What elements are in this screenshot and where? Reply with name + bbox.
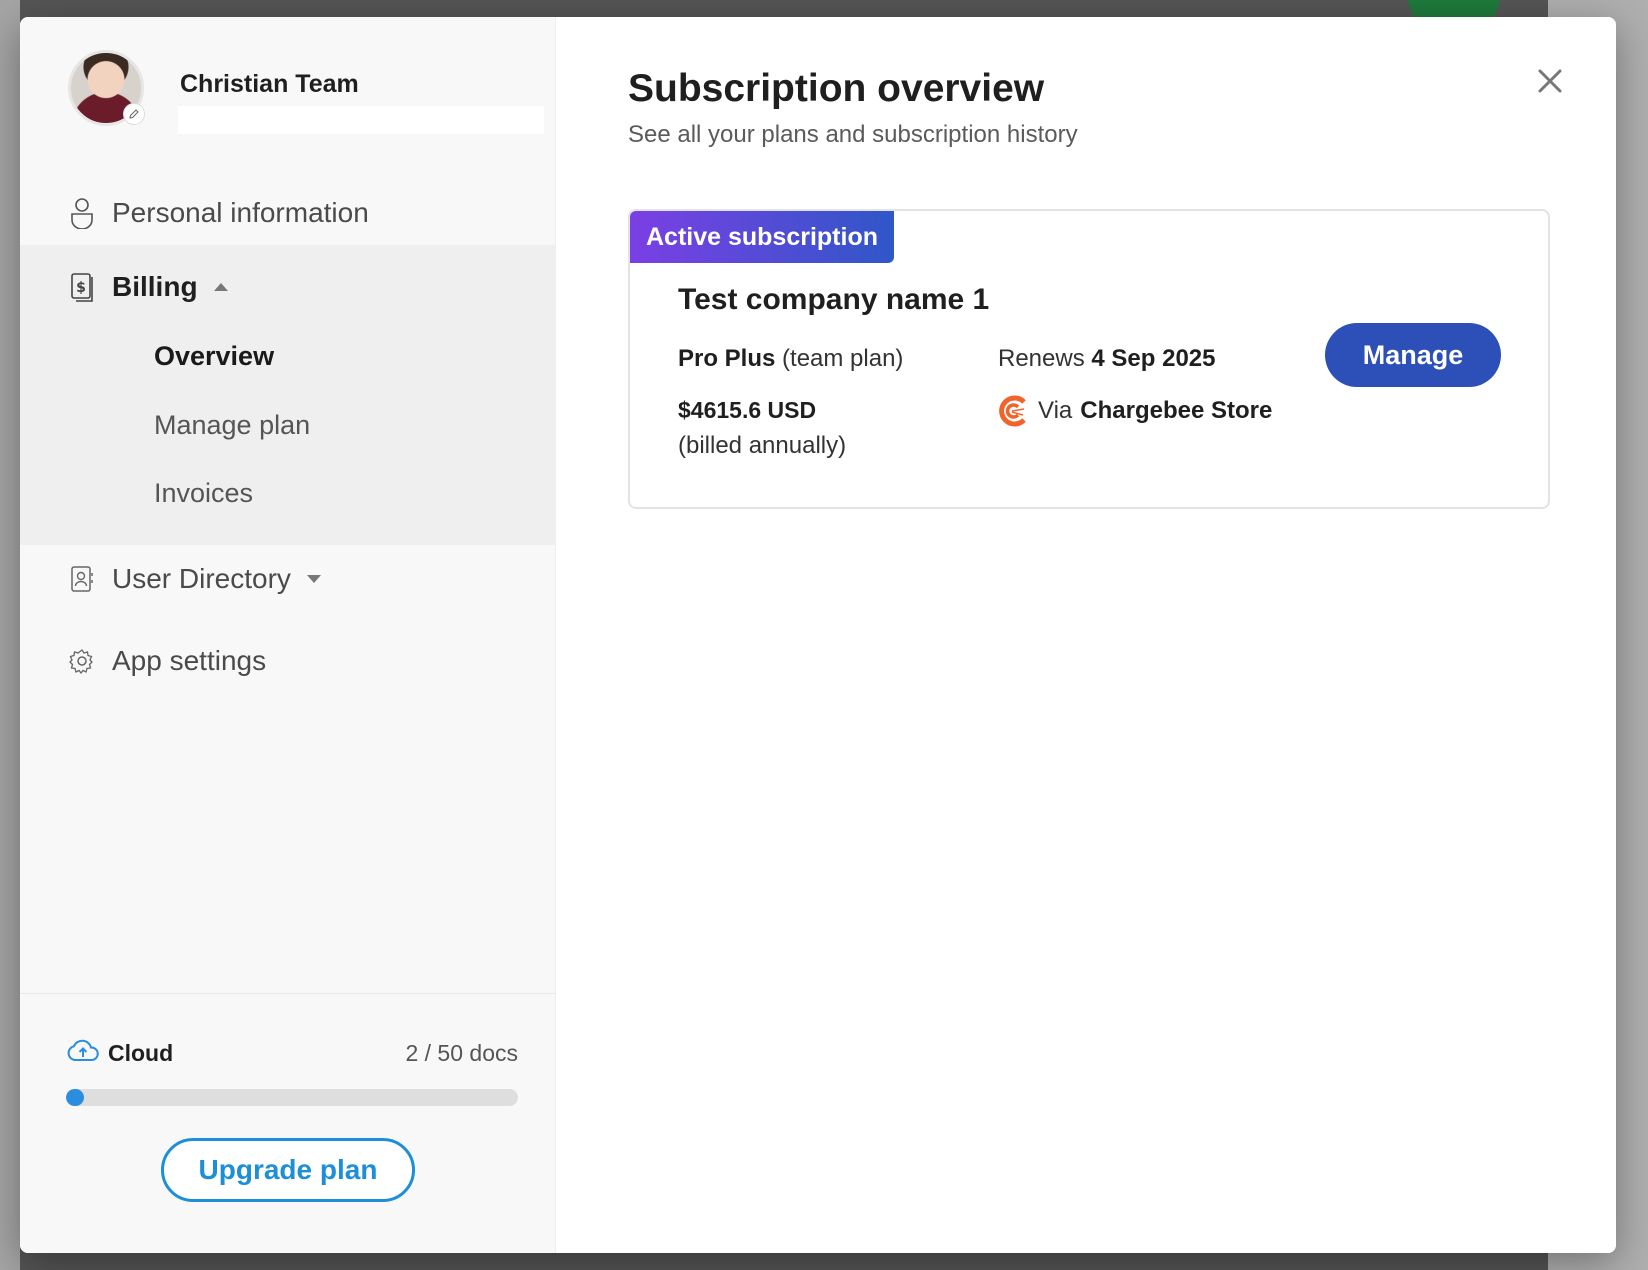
doc-count: 2 / 50 docs	[405, 1040, 518, 1066]
svg-text:$: $	[76, 280, 86, 296]
plan-price: $4615.6 USD	[678, 397, 817, 423]
store-name: Chargebee Store	[1080, 397, 1273, 424]
nav-billing-overview[interactable]: Overview	[154, 341, 274, 372]
profile-email-placeholder	[178, 106, 544, 134]
payment-source: Via Chargebee Store	[998, 395, 1272, 427]
via-prefix: Via	[1038, 397, 1073, 424]
invoice-icon: $	[68, 271, 96, 303]
renewal-date: 4 Sep 2025	[1091, 345, 1216, 372]
nav-label: App settings	[112, 645, 267, 676]
plan-name: Pro Plus	[678, 345, 776, 372]
close-icon	[1538, 69, 1562, 93]
nav-billing-invoices[interactable]: Invoices	[154, 478, 253, 509]
avatar[interactable]	[68, 50, 145, 126]
gear-icon	[68, 645, 96, 677]
cloud-storage-row: Cloud 2 / 50 docs	[66, 1039, 518, 1068]
nav-label: Billing	[112, 271, 198, 302]
cloud-label: Cloud	[108, 1040, 174, 1066]
nav-user-directory[interactable]: User Directory	[20, 555, 556, 603]
renews-prefix: Renews	[998, 345, 1085, 372]
settings-modal: Christian Team Personal information $ Bi…	[20, 17, 1616, 1253]
nav-label: Personal information	[112, 197, 369, 228]
nav-app-settings[interactable]: App settings	[20, 637, 556, 685]
user-icon	[68, 197, 96, 229]
nav-billing-manage-plan[interactable]: Manage plan	[154, 410, 310, 441]
renewal-line: Renews 4 Sep 2025	[998, 345, 1215, 373]
nav-billing[interactable]: $ Billing	[20, 263, 556, 311]
pencil-icon[interactable]	[123, 103, 145, 125]
cloud-upload-icon	[66, 1039, 100, 1068]
close-button[interactable]	[1532, 63, 1568, 99]
billing-frequency: (billed annually)	[678, 432, 847, 459]
plan-line: Pro Plus (team plan)	[678, 345, 903, 373]
plan-type: (team plan)	[782, 345, 904, 372]
sidebar-divider	[20, 993, 556, 994]
page-subtitle: See all your plans and subscription hist…	[628, 121, 1078, 148]
upgrade-plan-button[interactable]: Upgrade plan	[161, 1138, 415, 1202]
storage-progress-bar	[66, 1089, 518, 1106]
page-title: Subscription overview	[628, 67, 1045, 110]
settings-sidebar: Christian Team Personal information $ Bi…	[20, 17, 556, 1253]
chargebee-logo-icon	[998, 395, 1028, 427]
company-name: Test company name 1	[678, 283, 990, 316]
subscription-card: Active subscription Test company name 1 …	[628, 209, 1550, 509]
nav-personal-information[interactable]: Personal information	[20, 189, 556, 237]
contact-book-icon	[68, 563, 96, 595]
caret-down-icon	[306, 575, 321, 583]
nav-label: User Directory	[112, 563, 291, 594]
storage-progress-fill	[66, 1089, 85, 1106]
status-badge: Active subscription	[630, 211, 894, 263]
backdrop-left-panel	[0, 0, 20, 1270]
subscription-panel: Subscription overview See all your plans…	[556, 17, 1616, 1253]
caret-up-icon	[213, 283, 228, 291]
profile-section: Christian Team	[68, 50, 544, 134]
profile-name: Christian Team	[180, 70, 359, 98]
manage-button[interactable]: Manage	[1325, 323, 1501, 387]
